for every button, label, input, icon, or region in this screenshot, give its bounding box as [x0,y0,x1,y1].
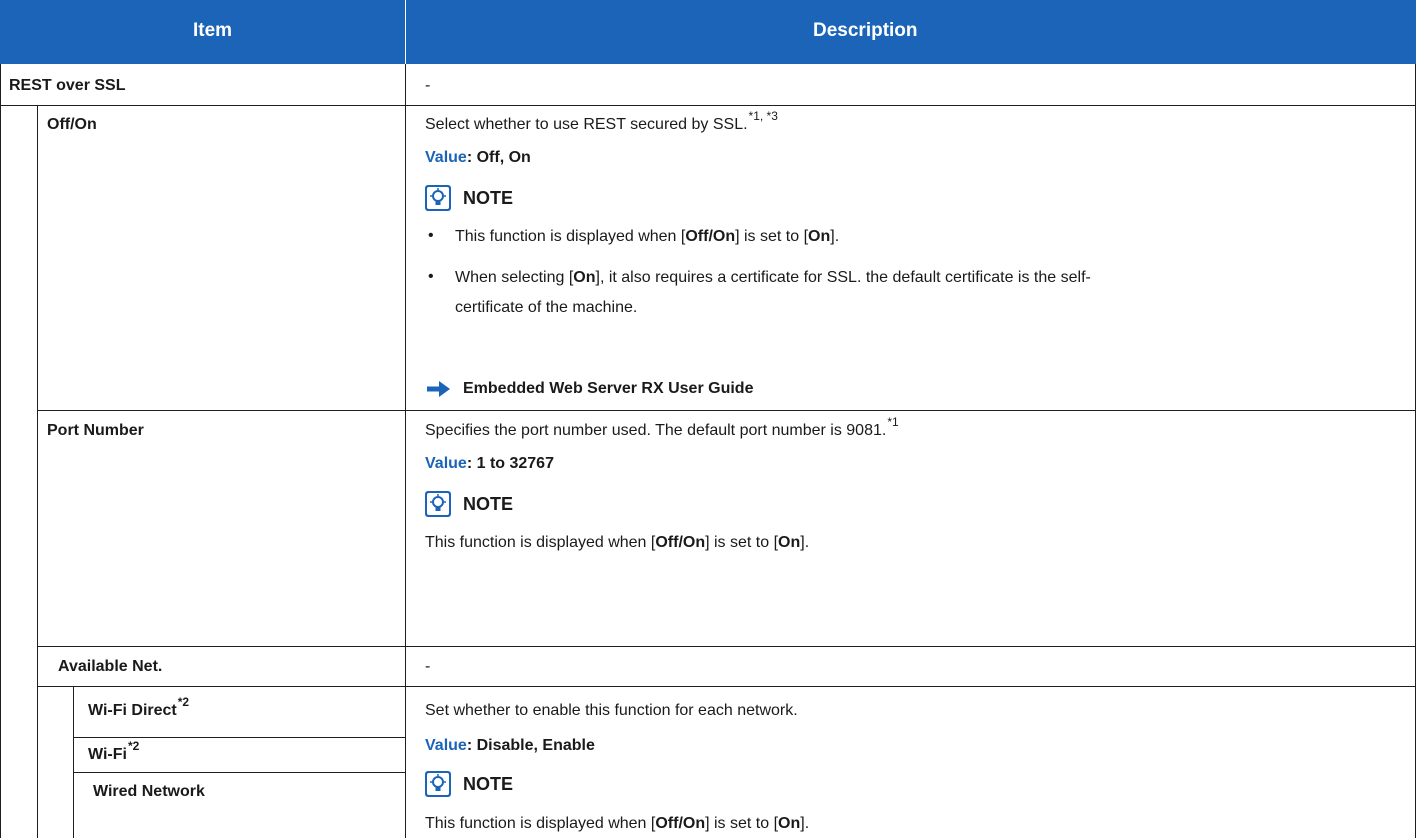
footnote-ref: *1, *3 [748,109,778,123]
column-divider [405,64,406,838]
desc-networks: Set whether to enable this function for … [425,702,798,719]
note-label: NOTE [463,494,514,514]
note-item-continued: certificate of the machine. [455,299,638,316]
indent-guide-1 [37,105,38,838]
item-rest-over-ssl: REST over SSL [9,77,126,94]
right-arrow-icon [427,381,450,397]
note-item: This function is displayed when [Off/On]… [455,228,840,245]
note-text: This function is displayed when [Off/On]… [425,534,810,551]
desc-available-net: - [425,658,431,675]
footnote-ref: *2 [127,739,140,753]
row-divider [37,410,1416,411]
note-item: When selecting [On], it also requires a … [455,269,1091,286]
settings-table: Item Description REST over SSL - Off/On … [0,0,1416,838]
note-lightbulb-icon [425,771,451,797]
desc-port-number: Specifies the port number used. The defa… [425,415,899,439]
desc-rest-over-ssl: - [425,77,431,94]
bullet: • [428,268,434,285]
desc-off-on: Select whether to use REST secured by SS… [425,109,778,133]
header-item: Item [193,20,233,41]
value-off-on: Value: Off, On [425,149,531,166]
note-label: NOTE [463,774,514,794]
header-description: Description [813,20,918,41]
item-off-on: Off/On [47,116,97,133]
item-port-number: Port Number [47,422,144,439]
row-divider [37,646,1416,647]
note-label: NOTE [463,188,514,208]
item-wifi: Wi-Fi*2 [88,739,140,763]
value-networks: Value: Disable, Enable [425,737,595,754]
item-wifi-direct: Wi-Fi Direct*2 [88,695,190,719]
footnote-ref: *1 [887,415,899,429]
note-text: This function is displayed when [Off/On]… [425,815,810,832]
item-wired-network: Wired Network [93,783,205,800]
value-port-number: Value: 1 to 32767 [425,455,554,472]
row-divider [0,105,1416,106]
row-divider [37,686,1416,687]
table-header: Item Description [0,0,1416,64]
reference-link[interactable]: Embedded Web Server RX User Guide [463,379,753,398]
bullet: • [428,227,434,244]
row-divider [73,772,405,773]
footnote-ref: *2 [177,695,190,709]
note-lightbulb-icon [425,185,451,211]
note-lightbulb-icon [425,491,451,517]
row-divider [73,737,405,738]
indent-guide-2 [73,686,74,838]
item-available-net: Available Net. [58,658,163,675]
table-border-left [0,64,1,838]
